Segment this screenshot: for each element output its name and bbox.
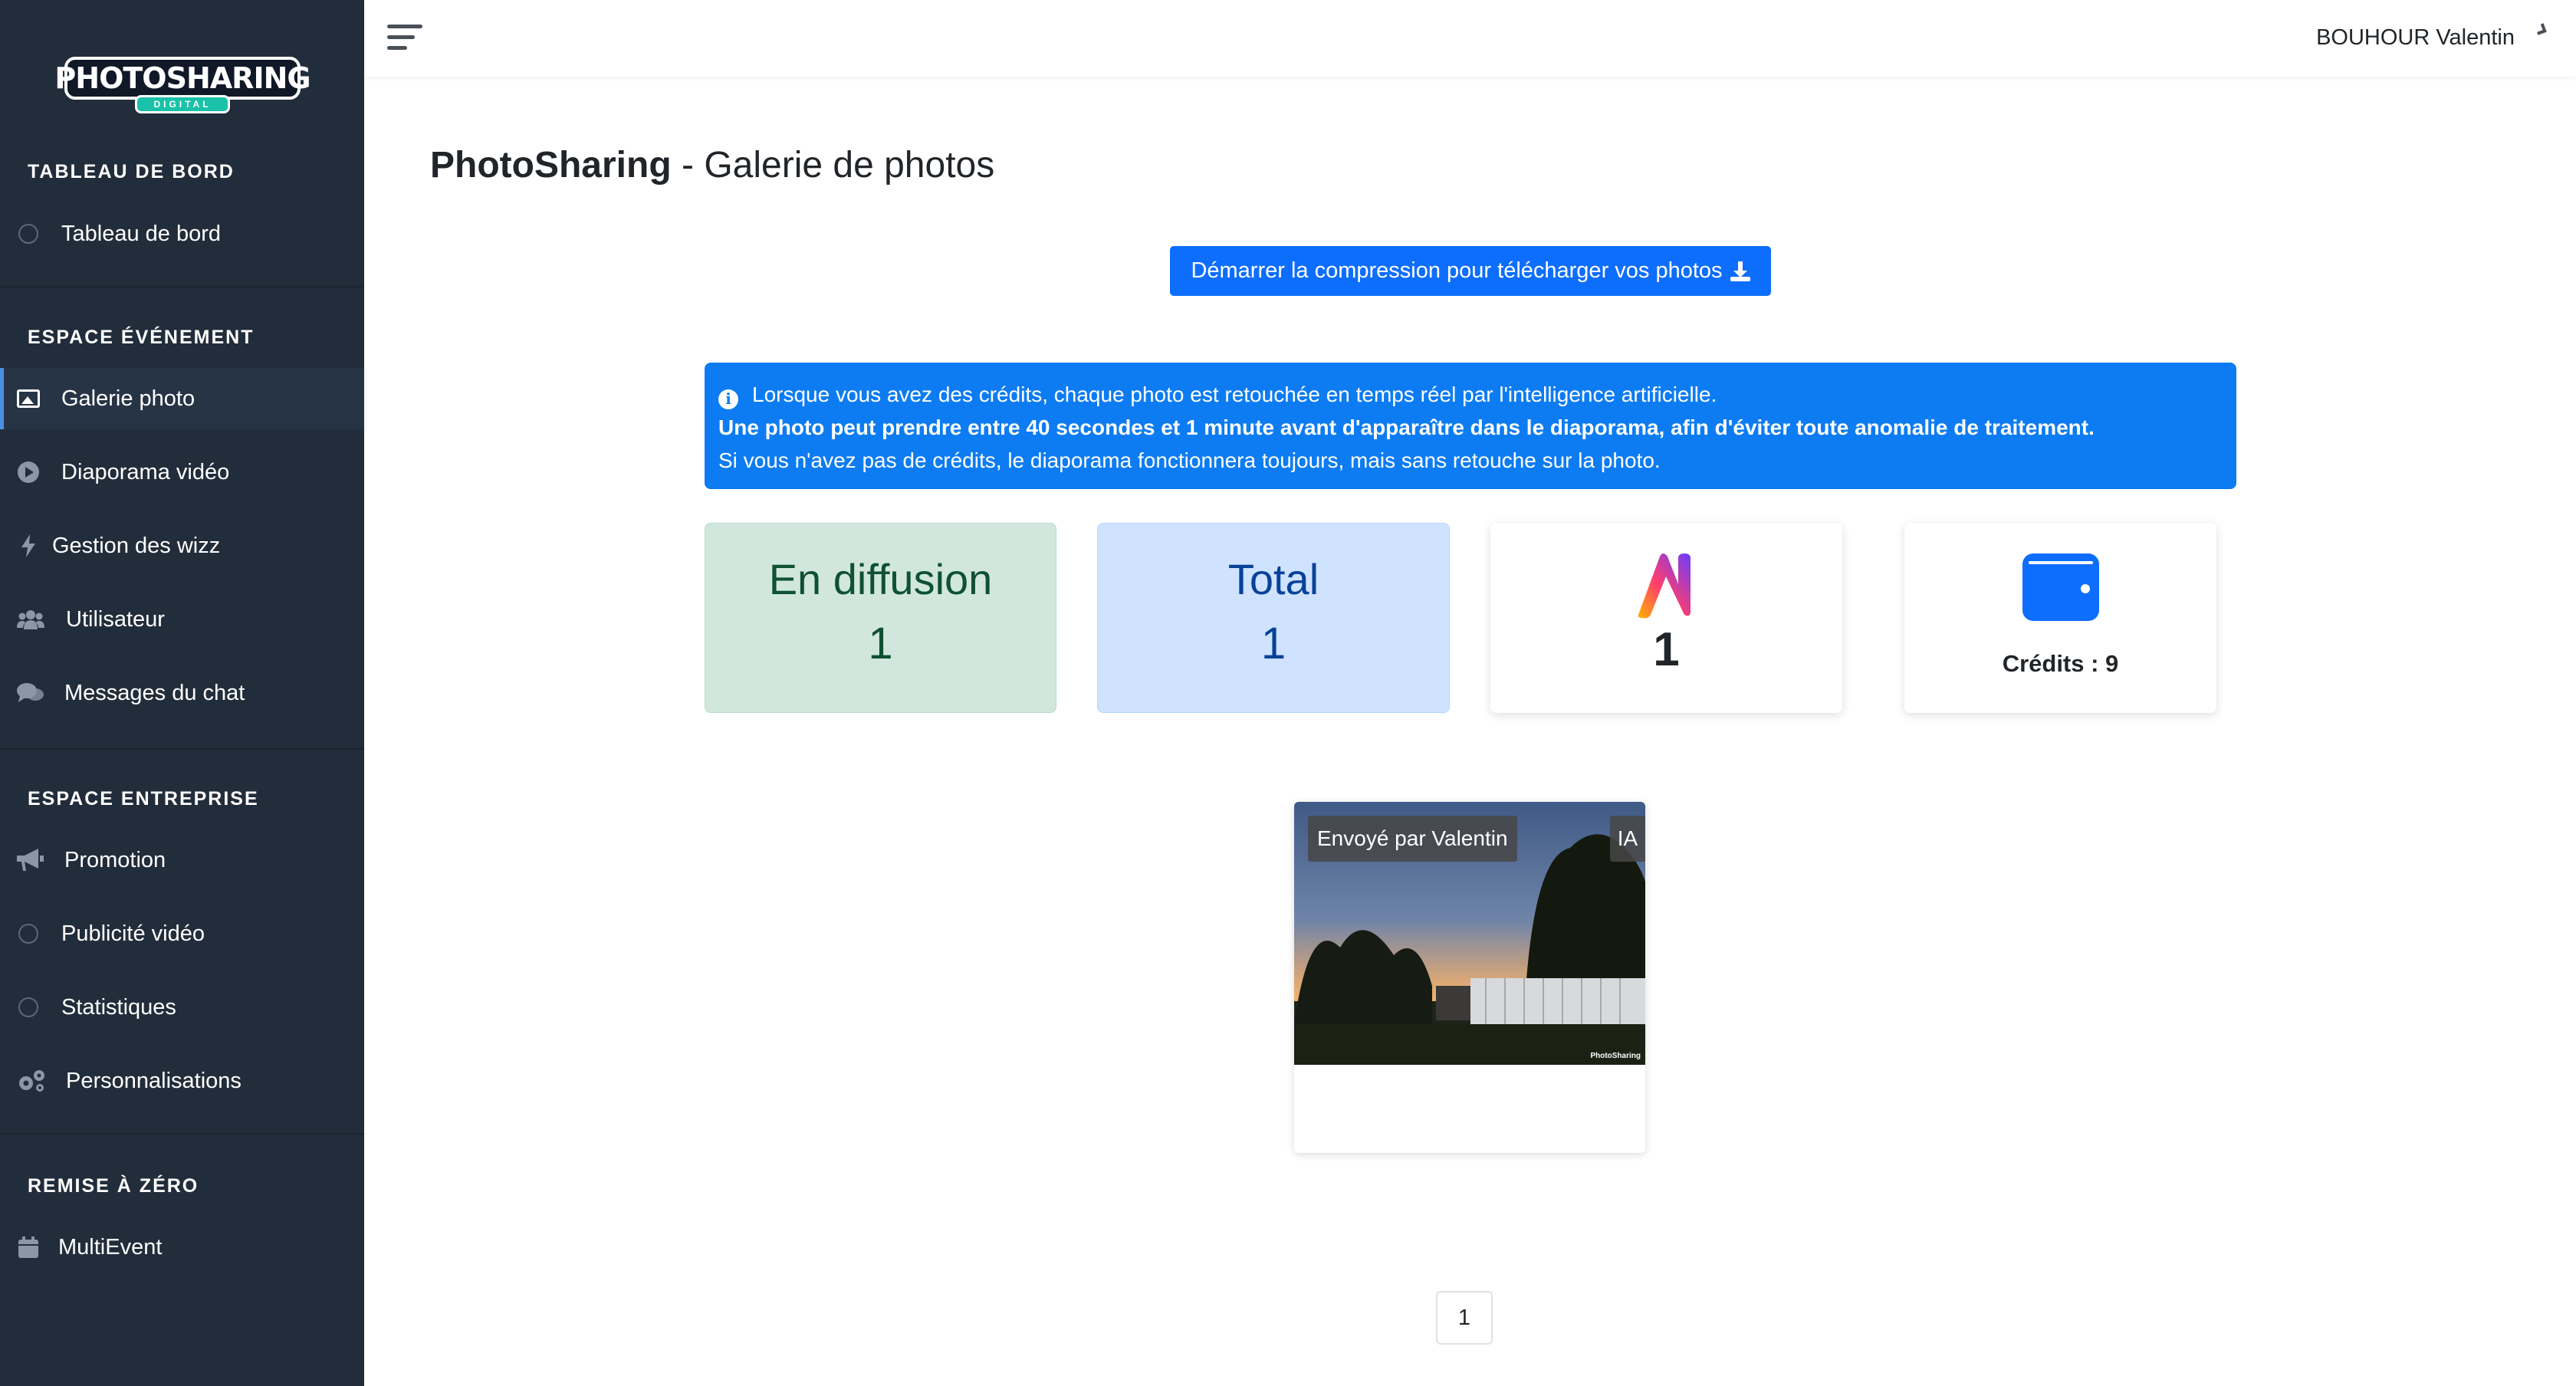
alert-line-2: Une photo peut prendre entre 40 secondes… (718, 415, 2095, 439)
ai-count: 1 (1653, 623, 1680, 676)
photo-card[interactable]: Envoyé par Valentin IA PhotoSharing (1294, 802, 1645, 1153)
sidebar-item-label: Gestion des wizz (52, 533, 221, 558)
sidebar-item-label: Personnalisations (66, 1068, 242, 1093)
sidebar-item-diaporama-video[interactable]: Diaporama vidéo (0, 442, 364, 503)
alert-line-1: i Lorsque vous avez des crédits, chaque p… (718, 378, 2223, 411)
wallet-icon (2022, 553, 2099, 621)
photo-watermark: PhotoSharing (1590, 1052, 1641, 1060)
sidebar-item-label: Galerie photo (61, 386, 196, 411)
sidebar-item-statistiques[interactable]: Statistiques (0, 977, 364, 1038)
sidebar: PHOTOSHARING DIGITAL TABLEAU DE BORD Tab… (0, 0, 364, 1386)
circle-icon (17, 922, 40, 945)
logo-main: PHOTOSHARING (54, 57, 311, 100)
circle-icon (17, 222, 40, 245)
stat-label: Total (1227, 555, 1319, 603)
sidebar-item-utilisateur[interactable]: Utilisateur (0, 589, 364, 650)
page-title: PhotoSharing - Galerie de photos (430, 144, 994, 186)
page-title-brand: PhotoSharing (430, 145, 672, 186)
user-menu[interactable]: BOUHOUR Valentin (2316, 25, 2515, 51)
sidebar-item-label: Statistiques (61, 994, 176, 1020)
download-icon (1730, 261, 1750, 281)
cogs-icon (17, 1069, 46, 1092)
sidebar-divider (0, 286, 364, 287)
circle-icon (17, 996, 40, 1019)
info-alert: i Lorsque vous avez des crédits, chaque p… (705, 363, 2236, 489)
download-button-label: Démarrer la compression pour télécharger… (1191, 258, 1723, 283)
stat-card-total: Total 1 (1097, 523, 1450, 713)
hamburger-menu-icon[interactable] (387, 25, 422, 51)
sidebar-item-multievent[interactable]: MultiEvent (0, 1217, 364, 1278)
app-logo[interactable]: PHOTOSHARING DIGITAL (54, 51, 311, 113)
pagination-page-1[interactable]: 1 (1436, 1291, 1493, 1345)
image-icon (17, 387, 40, 410)
ai-logo-icon (1638, 553, 1691, 619)
sidebar-item-label: Diaporama vidéo (61, 459, 230, 484)
calendar-icon (17, 1236, 40, 1259)
sidebar-item-label: Tableau de bord (61, 221, 221, 246)
play-circle-icon (17, 461, 40, 484)
bolt-icon (17, 534, 40, 557)
stat-card-ai: 1 (1490, 523, 1842, 713)
sidebar-item-label: MultiEvent (58, 1234, 163, 1260)
sidebar-item-label: Promotion (64, 847, 166, 872)
sender-tag: Envoyé par Valentin (1308, 816, 1517, 862)
sidebar-item-promotion[interactable]: Promotion (0, 829, 364, 891)
sidebar-item-label: Publicité vidéo (61, 921, 205, 946)
top-bar: BOUHOUR Valentin (364, 0, 2576, 77)
nav-heading-reset: REMISE À ZÉRO (28, 1175, 199, 1197)
sidebar-item-personnalisations[interactable]: Personnalisations (0, 1050, 364, 1112)
sidebar-item-tableau-de-bord[interactable]: Tableau de bord (0, 203, 364, 264)
caret-down-icon[interactable] (2535, 23, 2547, 35)
stat-label: En diffusion (768, 555, 993, 603)
nav-heading-entreprise: ESPACE ENTREPRISE (28, 788, 259, 810)
stat-card-diffusion: En diffusion 1 (705, 523, 1056, 713)
nav-heading-event: ESPACE ÉVÉNEMENT (28, 327, 255, 348)
sidebar-item-label: Utilisateur (66, 606, 165, 632)
stat-card-credits: Crédits : 9 (1904, 523, 2216, 713)
sidebar-item-galerie-photo[interactable]: Galerie photo (0, 368, 364, 429)
page-title-rest: - Galerie de photos (671, 145, 995, 186)
credits-text: Crédits : 9 (2002, 650, 2119, 677)
download-photos-button[interactable]: Démarrer la compression pour télécharger… (1170, 246, 1771, 296)
sidebar-divider (0, 748, 364, 750)
ia-badge: IA (1610, 816, 1645, 862)
megaphone-icon (17, 849, 44, 872)
nav-heading-dashboard: TABLEAU DE BORD (28, 161, 235, 182)
comments-icon (17, 682, 44, 704)
stat-value: 1 (1260, 619, 1286, 668)
alert-line-3: Si vous n'avez pas de crédits, le diapor… (718, 448, 1661, 472)
logo-sub: DIGITAL (135, 95, 230, 113)
sidebar-item-gestion-des-wizz[interactable]: Gestion des wizz (0, 515, 364, 576)
sidebar-item-label: Messages du chat (64, 680, 245, 705)
users-icon (17, 608, 44, 631)
sidebar-divider (0, 1133, 364, 1135)
sidebar-item-publicite-video[interactable]: Publicité vidéo (0, 903, 364, 964)
sidebar-item-messages-du-chat[interactable]: Messages du chat (0, 662, 364, 724)
stat-value: 1 (868, 619, 893, 668)
info-icon: i (718, 389, 738, 409)
photo-image[interactable]: Envoyé par Valentin IA PhotoSharing (1294, 802, 1645, 1065)
